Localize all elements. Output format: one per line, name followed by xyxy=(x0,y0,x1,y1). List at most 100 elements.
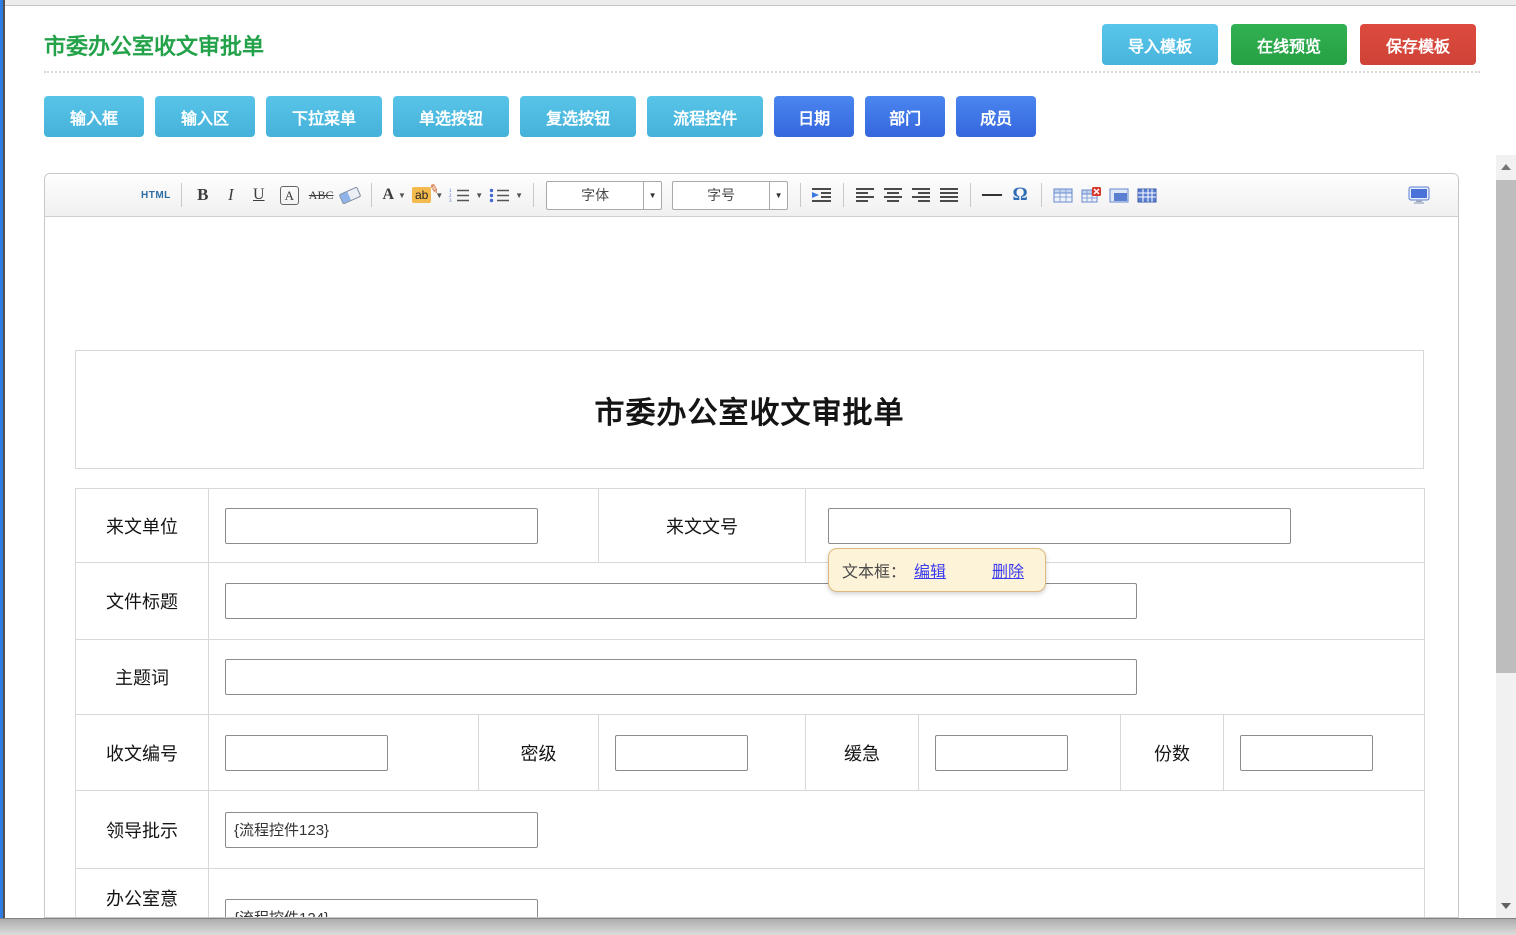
label-doc-title: 文件标题 xyxy=(76,563,209,640)
delete-link[interactable]: 删除 xyxy=(992,558,1024,582)
scrollbar-down-button[interactable] xyxy=(1496,894,1516,918)
insert-table-icon xyxy=(1053,187,1073,204)
label-receipt-no: 收文编号 xyxy=(76,715,209,791)
indent-button[interactable] xyxy=(811,180,833,210)
online-preview-button[interactable]: 在线预览 xyxy=(1231,24,1347,65)
scrollbar-thumb[interactable] xyxy=(1496,180,1516,673)
page-title: 市委办公室收文审批单 xyxy=(44,29,264,61)
eraser-icon xyxy=(339,186,362,204)
widget-tooltip: 文本框： 编辑 删除 xyxy=(828,548,1046,592)
editor-canvas[interactable]: 市委办公室收文审批单 来文单位 来文文号 文件标题 xyxy=(45,217,1458,918)
chevron-down-icon: ▼ xyxy=(643,182,661,209)
window-top-edge xyxy=(0,0,1516,6)
align-center-icon xyxy=(883,187,903,203)
align-center-button[interactable] xyxy=(882,180,904,210)
table-grid-icon xyxy=(1137,187,1157,204)
cell-urgency xyxy=(919,715,1121,791)
bold-button[interactable]: B xyxy=(192,180,214,210)
editor-toolbar: HTML B I U A ABC A ▼ ab ✎ ▼ 1 2 3 xyxy=(45,174,1458,217)
keywords-input[interactable] xyxy=(225,659,1137,695)
arrow-up-icon xyxy=(1501,164,1511,170)
font-family-select[interactable]: 字体 ▼ xyxy=(546,181,662,210)
delete-table-icon xyxy=(1081,187,1101,204)
cell-doc-title xyxy=(209,563,1425,640)
office-opinion-input[interactable] xyxy=(225,899,538,918)
highlight-color-button[interactable]: ab ✎ ▼ xyxy=(412,180,443,210)
scrollbar-up-button[interactable] xyxy=(1496,155,1516,179)
align-right-icon xyxy=(911,187,931,203)
table-row: 主题词 xyxy=(76,640,1425,715)
copies-input[interactable] xyxy=(1240,735,1373,771)
unordered-list-button[interactable]: ▼ xyxy=(489,180,523,210)
italic-button[interactable]: I xyxy=(220,180,242,210)
chevron-down-icon: ▼ xyxy=(769,182,787,209)
table-row: 领导批示 xyxy=(76,791,1425,869)
special-char-button[interactable]: Ω xyxy=(1009,180,1031,210)
toolbar-separator xyxy=(533,183,534,207)
cell-leader-note xyxy=(209,791,1425,869)
secrecy-input[interactable] xyxy=(615,735,748,771)
highlight-icon: ab ✎ xyxy=(412,186,431,204)
widget-radio-button[interactable]: 单选按钮 xyxy=(393,96,509,137)
strikethrough-button[interactable]: ABC xyxy=(309,180,334,210)
urgency-input[interactable] xyxy=(935,735,1068,771)
widget-department-button[interactable]: 部门 xyxy=(865,96,945,137)
cell-source-unit xyxy=(209,489,599,563)
font-color-icon: A xyxy=(382,186,394,204)
label-office-opinion: 办公室意 xyxy=(76,869,209,919)
delete-table-button[interactable] xyxy=(1080,180,1102,210)
leader-note-input[interactable] xyxy=(225,812,538,848)
boxed-a-button[interactable]: A xyxy=(280,186,299,205)
align-left-button[interactable] xyxy=(854,180,876,210)
align-right-button[interactable] xyxy=(910,180,932,210)
receipt-no-input[interactable] xyxy=(225,735,388,771)
table-grid-button[interactable] xyxy=(1136,180,1158,210)
form-title: 市委办公室收文审批单 xyxy=(595,388,905,432)
widget-textarea-button[interactable]: 输入区 xyxy=(155,96,255,137)
header-actions: 导入模板 在线预览 保存模板 xyxy=(1102,24,1476,65)
label-copies: 份数 xyxy=(1121,715,1224,791)
toolbar-separator xyxy=(181,183,182,207)
widget-flow-control-button[interactable]: 流程控件 xyxy=(647,96,763,137)
editor-panel: HTML B I U A ABC A ▼ ab ✎ ▼ 1 2 3 xyxy=(44,173,1459,918)
fullscreen-button[interactable] xyxy=(1408,180,1430,210)
horizontal-rule-icon xyxy=(982,194,1002,196)
save-template-button[interactable]: 保存模板 xyxy=(1360,24,1476,65)
edit-link[interactable]: 编辑 xyxy=(914,558,946,582)
html-source-button[interactable]: HTML xyxy=(141,180,171,210)
form-title-box: 市委办公室收文审批单 xyxy=(75,350,1424,469)
source-unit-input[interactable] xyxy=(225,508,538,544)
form-table: 来文单位 来文文号 文件标题 主题词 xyxy=(75,488,1425,918)
eraser-button[interactable] xyxy=(339,180,361,210)
vertical-scrollbar[interactable] xyxy=(1496,155,1516,918)
cell-office-opinion xyxy=(209,869,1425,919)
align-justify-button[interactable] xyxy=(938,180,960,210)
import-template-button[interactable]: 导入模板 xyxy=(1102,24,1218,65)
horizontal-rule-button[interactable] xyxy=(981,180,1003,210)
widget-toolbar: 输入框 输入区 下拉菜单 单选按钮 复选按钮 流程控件 日期 部门 成员 xyxy=(44,96,1036,137)
table-layout-icon xyxy=(1109,187,1129,204)
insert-table-button[interactable] xyxy=(1052,180,1074,210)
font-color-button[interactable]: A ▼ xyxy=(382,180,405,210)
widget-checkbox-button[interactable]: 复选按钮 xyxy=(520,96,636,137)
chevron-down-icon: ▼ xyxy=(398,191,406,200)
window-left-edge-shadow xyxy=(3,0,5,918)
tooltip-label: 文本框： xyxy=(842,558,906,582)
label-keywords: 主题词 xyxy=(76,640,209,715)
underline-button[interactable]: U xyxy=(248,180,270,210)
ordered-list-button[interactable]: 1 2 3 ▼ xyxy=(449,180,483,210)
align-left-icon xyxy=(855,187,875,203)
label-urgency: 缓急 xyxy=(806,715,919,791)
indent-icon xyxy=(811,187,833,203)
align-justify-icon xyxy=(939,187,959,203)
label-doc-number: 来文文号 xyxy=(599,489,806,563)
doc-number-input[interactable] xyxy=(828,508,1291,544)
widget-member-button[interactable]: 成员 xyxy=(956,96,1036,137)
font-size-select[interactable]: 字号 ▼ xyxy=(672,181,788,210)
widget-date-button[interactable]: 日期 xyxy=(774,96,854,137)
table-layout-button[interactable] xyxy=(1108,180,1130,210)
widget-dropdown-button[interactable]: 下拉菜单 xyxy=(266,96,382,137)
table-row: 来文单位 来文文号 xyxy=(76,489,1425,563)
arrow-down-icon xyxy=(1501,903,1511,909)
widget-input-box-button[interactable]: 输入框 xyxy=(44,96,144,137)
